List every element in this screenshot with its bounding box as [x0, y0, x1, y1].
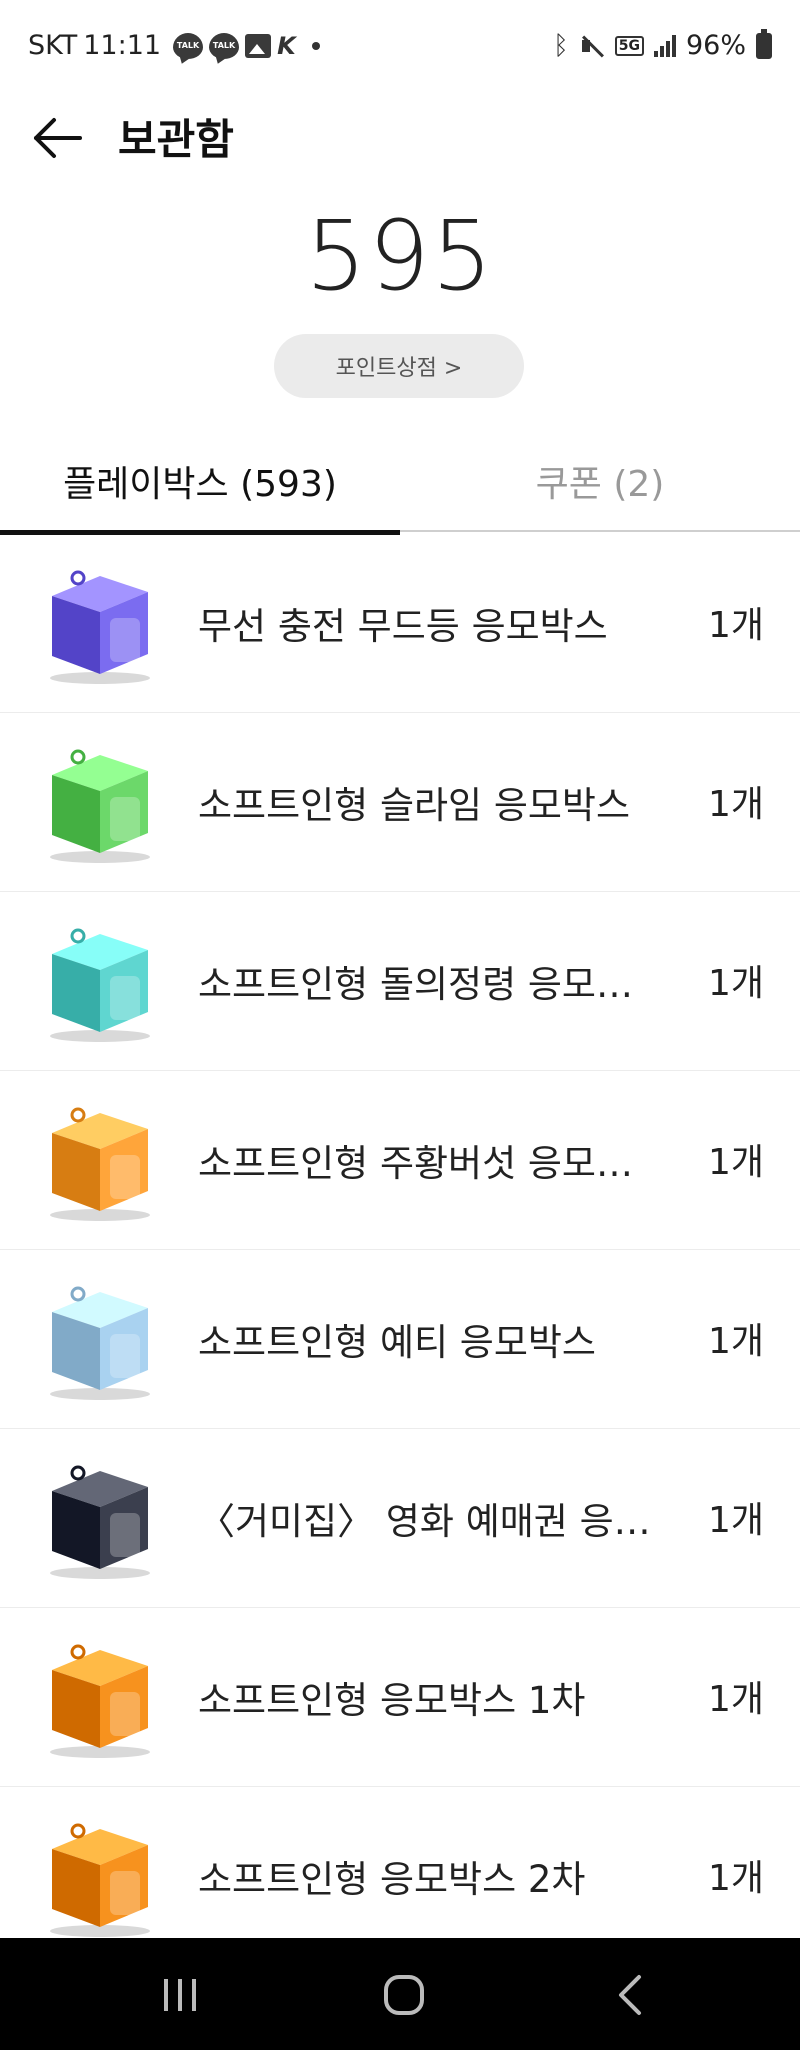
point-shop-button[interactable]: 포인트상점 > [274, 334, 524, 398]
tab-playbox[interactable]: 플레이박스 (593) [0, 430, 400, 535]
item-name: 소프트인형 슬라임 응모박스 [198, 784, 631, 827]
item-quantity: 1개 [707, 605, 764, 646]
tab-coupon-label: 쿠폰 (2) [535, 464, 665, 505]
gallery-notification-icon [245, 33, 272, 58]
slime-green-box-icon [50, 749, 150, 863]
list-item[interactable]: 소프트인형 응모박스 1차 1개 [0, 1608, 800, 1787]
item-name: 소프트인형 예티 응모박스 [198, 1321, 596, 1364]
item-quantity: 1개 [707, 1321, 764, 1362]
kakaotalk-notification-icon: TALK [209, 32, 240, 59]
item-list: 무선 충전 무드등 응모박스 1개 소프트인형 슬라임 응모박스 1개 소프트인… [0, 534, 800, 1966]
maple-orange-box-icon [50, 1644, 150, 1758]
item-name: 〈거미집〉 영화 예매권 응… [198, 1500, 651, 1543]
list-item[interactable]: 소프트인형 주황버섯 응모… 1개 [0, 1071, 800, 1250]
item-quantity: 1개 [707, 784, 764, 825]
item-quantity: 1개 [707, 1142, 764, 1183]
item-name: 소프트인형 돌의정령 응모… [198, 963, 633, 1006]
home-icon [384, 1975, 424, 2015]
bluetooth-icon: ᛒ [553, 30, 569, 61]
app-notification-icon: K [277, 31, 296, 60]
item-name: 무선 충전 무드등 응모박스 [198, 605, 608, 648]
tab-coupon[interactable]: 쿠폰 (2) [400, 430, 800, 532]
carrier-label: SKT [28, 30, 78, 61]
kakaotalk-notification-icon: TALK [173, 32, 204, 59]
status-right: ᛒ 5G 96% [553, 28, 772, 61]
maple-orange-box-icon [50, 1823, 150, 1937]
status-left: SKT 11:11 TALK TALK K [28, 30, 320, 61]
list-item[interactable]: 소프트인형 예티 응모박스 1개 [0, 1250, 800, 1429]
battery-percent: 96% [685, 30, 746, 61]
list-item[interactable]: 〈거미집〉 영화 예매권 응… 1개 [0, 1429, 800, 1608]
more-notifications-dot-icon [311, 41, 320, 50]
list-item[interactable]: 소프트인형 돌의정령 응모… 1개 [0, 892, 800, 1071]
item-quantity: 1개 [707, 963, 764, 1004]
item-name: 소프트인형 응모박스 1차 [198, 1679, 586, 1722]
network-type-icon: 5G [614, 35, 644, 56]
orange-mushroom-box-icon [50, 1107, 150, 1221]
page-title: 보관함 [118, 115, 234, 164]
nexon-purple-box-icon [50, 570, 150, 684]
back-arrow-icon [34, 118, 82, 158]
back-button[interactable] [30, 110, 86, 166]
yeti-blue-box-icon [50, 1286, 150, 1400]
mute-icon [579, 33, 605, 59]
list-item[interactable]: 소프트인형 슬라임 응모박스 1개 [0, 713, 800, 892]
item-name: 소프트인형 주황버섯 응모… [198, 1142, 633, 1185]
point-shop-label: 포인트상점 > [335, 356, 463, 381]
tab-playbox-label: 플레이박스 (593) [63, 464, 337, 505]
stone-spirit-teal-box-icon [50, 928, 150, 1042]
back-chevron-icon [619, 1975, 641, 2015]
recent-apps-button[interactable] [140, 1970, 220, 2020]
movie-ticket-dark-box-icon [50, 1465, 150, 1579]
points-value: 595 [305, 200, 495, 312]
list-item[interactable]: 무선 충전 무드등 응모박스 1개 [0, 534, 800, 713]
tab-bar: 플레이박스 (593) 쿠폰 (2) [0, 430, 800, 535]
back-nav-button[interactable] [590, 1970, 670, 2020]
item-quantity: 1개 [707, 1679, 764, 1720]
status-bar: SKT 11:11 TALK TALK K ᛒ 5G 96% [0, 0, 800, 100]
recent-apps-icon [164, 1979, 196, 2011]
clock: 11:11 [83, 30, 162, 61]
item-name: 소프트인형 응모박스 2차 [198, 1858, 586, 1901]
battery-icon [756, 28, 772, 59]
item-quantity: 1개 [707, 1500, 764, 1541]
navigation-bar [0, 1938, 800, 2050]
signal-strength-icon [653, 34, 676, 57]
home-button[interactable] [364, 1970, 444, 2020]
item-quantity: 1개 [707, 1858, 764, 1899]
